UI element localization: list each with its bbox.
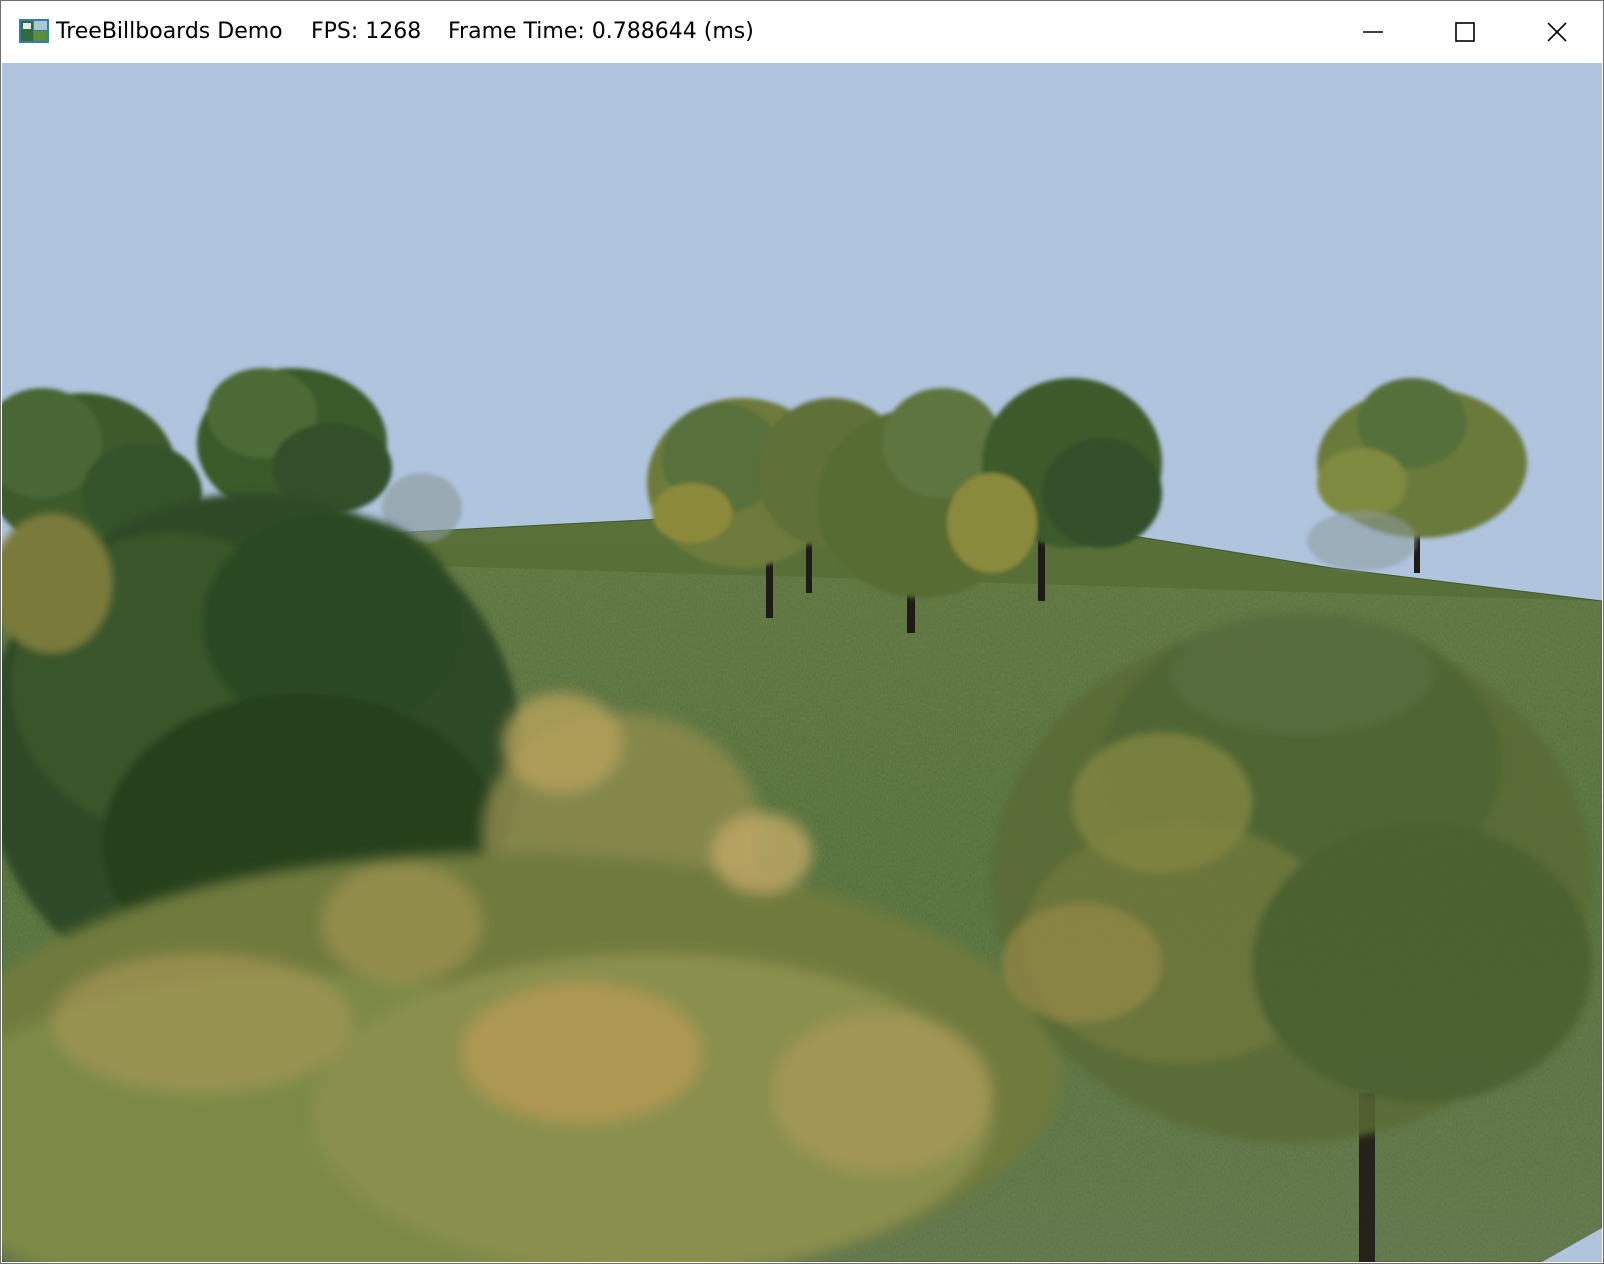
close-icon [1547,21,1567,42]
close-button[interactable] [1511,1,1603,62]
app-icon [19,19,49,43]
fps-readout: FPS: 1268 [311,19,422,44]
title-bar[interactable]: TreeBillboards Demo FPS: 1268 Frame Time… [1,1,1603,62]
maximize-button[interactable] [1419,1,1511,62]
3d-scene [2,63,1602,1262]
render-viewport[interactable] [2,63,1602,1262]
minimize-button[interactable] [1327,1,1419,62]
app-window: TreeBillboards Demo FPS: 1268 Frame Time… [0,0,1604,1264]
frame-time-readout: Frame Time: 0.788644 (ms) [448,19,754,44]
window-title: TreeBillboards Demo [56,19,283,44]
maximize-icon [1455,21,1475,42]
minimize-icon [1363,30,1383,33]
